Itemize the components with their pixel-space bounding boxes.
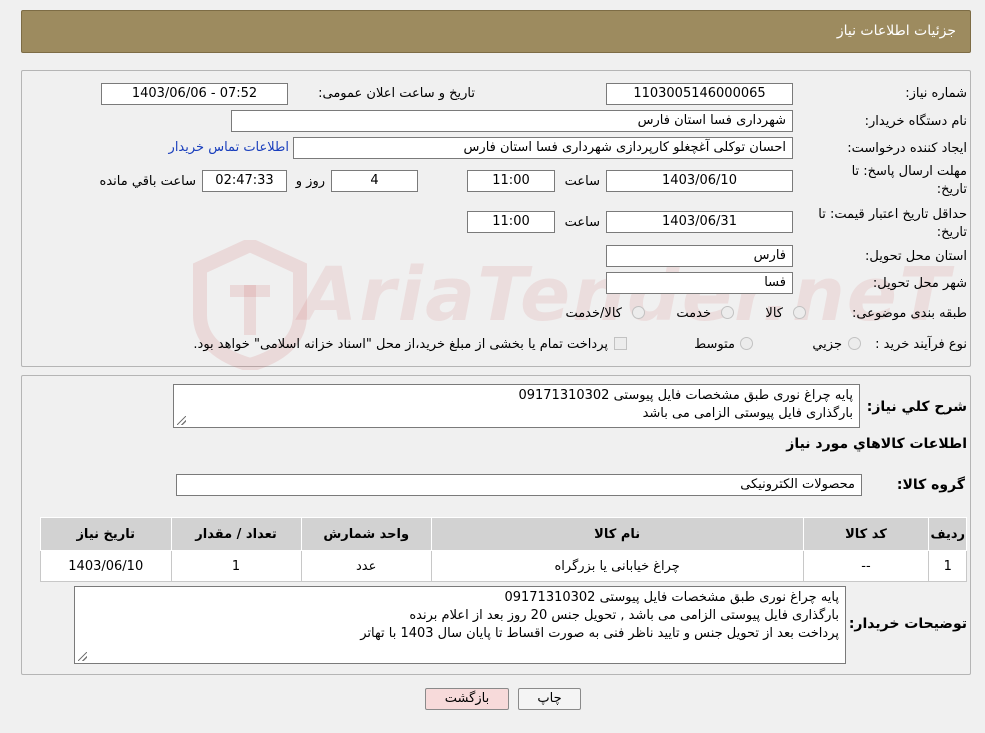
reply-time-label: ساعت [564,174,600,189]
buyer-notes-line-2: بارگذاری فایل پیوستی الزامی می باشد , تح… [409,608,839,623]
need-number-field[interactable]: 1103005146000065 [606,83,793,105]
resize-handle-icon[interactable] [78,652,87,661]
goods-info-title: اطلاعات کالاهاي مورد نياز [786,436,967,452]
announce-date-field[interactable]: 1403/06/06 - 07:52 [101,83,288,105]
category-label: طبقه بندی موضوعی: [851,306,967,321]
table-row[interactable]: 1 -- چراغ خیابانی یا بزرگراه عدد 1 1403/… [40,550,967,582]
price-time-field[interactable]: 11:00 [467,211,555,233]
province-field[interactable]: فارس [606,245,793,267]
cell-row-number: 1 [928,550,967,582]
col-quantity: تعداد / مقدار [170,517,302,551]
goods-group-label: گروه کالا: [896,477,965,493]
col-item-name: نام کالا [430,517,804,551]
treasury-checkbox[interactable] [614,337,627,350]
resize-handle-icon[interactable] [177,416,186,425]
creator-field[interactable]: احسان توکلی آغچغلو کارپردازی شهرداری فسا… [293,137,793,159]
reply-date-field[interactable]: 1403/06/10 [606,170,793,192]
buyer-notes-textarea[interactable]: پایه چراغ نوری طبق مشخصات فایل پیوستی 09… [74,586,846,664]
category-goods-service-radio[interactable] [632,306,645,319]
back-button[interactable]: بازگشت [425,688,509,710]
general-desc-line-1: پایه چراغ نوری طبق مشخصات فایل پیوستی 09… [518,388,853,403]
buyer-notes-line-1: پایه چراغ نوری طبق مشخصات فایل پیوستی 09… [504,590,839,605]
category-service-label: خدمت [676,306,711,321]
category-goods-label: کالا [765,306,783,321]
goods-group-field[interactable]: محصولات الکترونیکی [176,474,862,496]
cell-quantity: 1 [170,550,302,582]
buyer-org-field[interactable]: شهرداری فسا استان فارس [231,110,793,132]
treasury-note: پرداخت تمام یا بخشی از مبلغ خرید،از محل … [193,337,608,352]
price-time-label: ساعت [564,215,600,230]
province-label: استان محل تحویل: [865,249,967,264]
reply-deadline-label-2: تاریخ: [936,182,967,197]
cell-item-code: -- [802,550,930,582]
table-header-row: رديف کد کالا نام کالا واحد شمارش تعداد /… [40,517,967,551]
category-service-radio[interactable] [721,306,734,319]
buyer-contact-link[interactable]: اطلاعات تماس خریدار [169,140,289,155]
buyer-notes-line-3: پرداخت بعد از تحویل جنس و تایید ناظر فنی… [360,626,839,641]
buyer-org-label: نام دستگاه خریدار: [864,114,967,129]
price-validity-label: حداقل تاریخ اعتبار قیمت: تا [818,207,967,222]
category-goods-service-label: کالا/خدمت [565,306,622,321]
purchase-minor-label: جزيي [812,337,842,352]
remaining-time-field[interactable]: 02:47:33 [202,170,287,192]
general-desc-line-2: بارگذاری فایل پیوستی الزامی می باشد [642,406,853,421]
announce-date-label: تاریخ و ساعت اعلان عمومی: [318,86,475,101]
col-need-date: تاريخ نياز [40,517,172,551]
title-bar: جزئیات اطلاعات نیاز [21,10,971,53]
reply-time-field[interactable]: 11:00 [467,170,555,192]
remaining-time-label: ساعت باقي مانده [99,174,196,189]
col-unit: واحد شمارش [300,517,432,551]
cell-item-name: چراغ خیابانی یا بزرگراه [430,550,804,582]
city-label: شهر محل تحویل: [872,276,967,291]
general-desc-label: شرح کلي نياز: [866,399,967,415]
price-date-field[interactable]: 1403/06/31 [606,211,793,233]
need-number-label: شماره نیاز: [905,86,967,101]
general-desc-textarea[interactable]: پایه چراغ نوری طبق مشخصات فایل پیوستی 09… [173,384,860,428]
days-remaining-field[interactable]: 4 [331,170,418,192]
category-goods-radio[interactable] [793,306,806,319]
print-button[interactable]: چاپ [518,688,581,710]
col-item-code: کد کالا [802,517,930,551]
page-title: جزئیات اطلاعات نیاز [836,23,956,39]
cell-unit: عدد [300,550,432,582]
purchase-medium-radio[interactable] [740,337,753,350]
purchase-type-label: نوع فرآیند خرید : [875,337,967,352]
purchase-medium-label: متوسط [694,337,735,352]
purchase-minor-radio[interactable] [848,337,861,350]
city-field[interactable]: فسا [606,272,793,294]
price-validity-label-2: تاریخ: [936,225,967,240]
cell-need-date: 1403/06/10 [40,550,172,582]
days-label: روز و [295,174,325,189]
reply-deadline-label: مهلت ارسال پاسخ: تا [851,164,967,179]
creator-label: ایجاد کننده درخواست: [847,141,967,156]
col-row-number: رديف [928,517,967,551]
buyer-notes-label: توضیحات خریدار: [848,616,967,632]
items-table: رديف کد کالا نام کالا واحد شمارش تعداد /… [40,517,967,582]
